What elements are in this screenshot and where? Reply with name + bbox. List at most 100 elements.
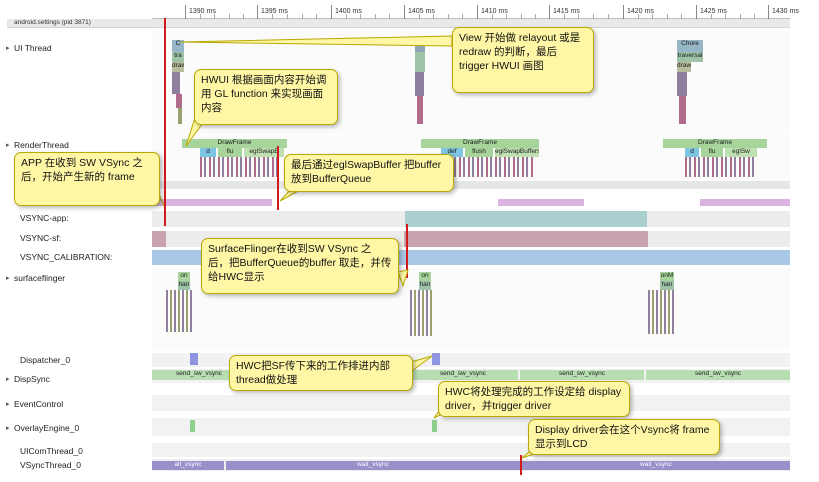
ruler-tick-label: 1410 ms bbox=[481, 8, 508, 15]
track-label-vsync-sf[interactable]: VSYNC-sf: bbox=[20, 233, 61, 243]
trace-slice[interactable] bbox=[679, 96, 686, 124]
callout-hwc-dispatch: HWC把SF传下来的工作排进内部thread做处理 bbox=[229, 355, 413, 391]
trace-slice[interactable]: ait_vsync bbox=[152, 461, 224, 470]
track-label-overlayengine[interactable]: OverlayEngine_0 bbox=[6, 423, 79, 433]
callout-hwui-gl: HWUI 根据画面内容开始调用 GL function 来实现画面内容 bbox=[194, 69, 338, 125]
track-label-dispatcher[interactable]: Dispatcher_0 bbox=[20, 355, 70, 365]
vsync-marker-line bbox=[277, 146, 279, 210]
trace-slice[interactable] bbox=[498, 199, 584, 206]
process-header[interactable]: android.settings (pid 3871) bbox=[7, 19, 790, 28]
trace-slice[interactable]: DrawFrame bbox=[421, 139, 539, 148]
trace-slice[interactable] bbox=[200, 157, 280, 177]
trace-slice[interactable] bbox=[178, 108, 182, 124]
ruler-tick: 1430 ms bbox=[768, 5, 799, 19]
ruler-tick: 1420 ms bbox=[623, 5, 654, 19]
trace-slice[interactable]: wait_vsync bbox=[226, 461, 520, 470]
trace-slice[interactable]: send_sw_vsync bbox=[646, 370, 790, 380]
trace-slice[interactable] bbox=[700, 199, 790, 206]
track-label-vsync-calibration[interactable]: VSYNC_CALIBRATION: bbox=[20, 252, 112, 262]
vsync-marker-line bbox=[520, 455, 522, 475]
callout-hwc-driver: HWC将处理完成的工作设定给 display driver，并trigger d… bbox=[438, 381, 630, 417]
ruler-tick: 1390 ms bbox=[185, 5, 216, 19]
trace-slice[interactable]: d bbox=[685, 148, 699, 157]
vsync-marker-line bbox=[164, 18, 166, 226]
callout-app-vsync: APP 在收到 SW VSync 之后，开始产生新的 frame bbox=[14, 152, 160, 206]
trace-slice[interactable] bbox=[677, 72, 687, 96]
trace-slice[interactable]: eglSw bbox=[725, 148, 757, 157]
trace-slice[interactable]: han bbox=[178, 281, 190, 290]
trace-slice[interactable] bbox=[172, 72, 180, 94]
ruler-tick: 1410 ms bbox=[477, 5, 508, 19]
trace-slice[interactable] bbox=[410, 290, 432, 336]
ruler-tick-label: 1400 ms bbox=[335, 8, 362, 15]
trace-slice[interactable]: han bbox=[419, 281, 431, 290]
trace-slice[interactable] bbox=[417, 96, 423, 124]
trace-slice[interactable]: Chore bbox=[677, 40, 703, 52]
trace-slice[interactable]: onM bbox=[660, 272, 674, 281]
ruler-tick: 1400 ms bbox=[331, 5, 362, 19]
trace-slice[interactable] bbox=[415, 52, 425, 72]
trace-slice[interactable]: on bbox=[419, 272, 431, 281]
track-label-eventcontrol[interactable]: EventControl bbox=[6, 399, 63, 409]
vsync-sf-counter[interactable] bbox=[404, 231, 648, 247]
ruler-tick: 1425 ms bbox=[696, 5, 727, 19]
trace-slice[interactable]: flush bbox=[465, 148, 493, 157]
track-label-vsync-app[interactable]: VSYNC-app: bbox=[20, 213, 69, 223]
process-title: android.settings (pid 3871) bbox=[14, 19, 91, 26]
trace-slice[interactable]: C bbox=[172, 40, 184, 52]
ruler-tick: 1405 ms bbox=[404, 5, 435, 19]
ruler-tick-label: 1395 ms bbox=[261, 8, 288, 15]
trace-slice[interactable] bbox=[152, 199, 272, 206]
track-label-uicomthread[interactable]: UIComThread_0 bbox=[20, 446, 83, 456]
trace-slice[interactable]: d bbox=[200, 148, 216, 157]
track-label-vsyncthread[interactable]: VSyncThread_0 bbox=[20, 460, 81, 470]
trace-slice[interactable] bbox=[685, 157, 755, 177]
trace-slice[interactable] bbox=[441, 157, 533, 177]
trace-viewer-panel: 1390 ms 1395 ms 1400 ms 1405 ms 1410 ms … bbox=[0, 0, 819, 482]
callout-display-driver: Display driver会在这个Vsync将 frame显示到LCD bbox=[528, 419, 720, 455]
trace-slice[interactable]: draw bbox=[172, 62, 184, 72]
track-divider bbox=[152, 181, 790, 189]
ruler-tick-label: 1420 ms bbox=[627, 8, 654, 15]
ruler-tick-label: 1405 ms bbox=[408, 8, 435, 15]
trace-slice[interactable] bbox=[648, 290, 674, 334]
vsync-sf-counter[interactable] bbox=[152, 231, 166, 247]
trace-slice[interactable]: han bbox=[660, 281, 674, 290]
vsync-app-counter[interactable] bbox=[405, 211, 647, 227]
trace-slice[interactable]: send_sw_vsync bbox=[520, 370, 644, 380]
trace-slice[interactable]: on bbox=[178, 272, 190, 281]
trace-slice[interactable] bbox=[166, 290, 192, 332]
track-label-ui-thread[interactable]: UI Thread bbox=[6, 43, 52, 53]
ruler-tick-label: 1425 ms bbox=[700, 8, 727, 15]
track-label-renderthread[interactable]: RenderThread bbox=[6, 140, 69, 150]
ruler-tick: 1395 ms bbox=[257, 5, 288, 19]
callout-eglswapbuffer: 最后通过eglSwapBuffer 把buffer放到BufferQueue bbox=[284, 154, 454, 192]
callout-surfaceflinger: SurfaceFlinger在收到SW VSync 之后，把BufferQueu… bbox=[201, 238, 399, 294]
trace-slice[interactable]: send_sw_vsync bbox=[408, 370, 518, 380]
trace-slice[interactable]: wait_vsync bbox=[522, 461, 790, 470]
callout-view-relayout: View 开始做 relayout 或是 redraw 的判断，最后 trigg… bbox=[452, 27, 594, 93]
trace-slice[interactable] bbox=[415, 40, 425, 52]
vsync-marker-line bbox=[406, 224, 408, 278]
trace-slice[interactable] bbox=[190, 353, 198, 365]
ruler-tick-label: 1430 ms bbox=[772, 8, 799, 15]
trace-slice[interactable] bbox=[432, 353, 440, 365]
trace-slice[interactable] bbox=[190, 420, 195, 432]
trace-slice[interactable]: flu bbox=[701, 148, 723, 157]
trace-slice[interactable]: tra bbox=[172, 52, 184, 62]
trace-slice[interactable] bbox=[176, 94, 182, 108]
ruler-tick-label: 1415 ms bbox=[553, 8, 580, 15]
trace-slice[interactable] bbox=[432, 420, 437, 432]
trace-slice[interactable]: eglSwapBuffers bbox=[495, 148, 539, 157]
time-ruler: 1390 ms 1395 ms 1400 ms 1405 ms 1410 ms … bbox=[152, 5, 799, 19]
track-label-surfaceflinger[interactable]: surfaceflinger bbox=[6, 273, 65, 283]
ruler-tick: 1415 ms bbox=[549, 5, 580, 19]
trace-slice[interactable]: draw bbox=[677, 62, 691, 72]
trace-slice[interactable]: traversal bbox=[677, 52, 703, 62]
trace-slice[interactable] bbox=[415, 72, 424, 96]
ruler-tick-label: 1390 ms bbox=[189, 8, 216, 15]
trace-slice[interactable]: DrawFrame bbox=[663, 139, 767, 148]
trace-slice[interactable]: DrawFrame bbox=[182, 139, 287, 148]
trace-slice[interactable]: flu bbox=[218, 148, 242, 157]
track-label-dispsync[interactable]: DispSync bbox=[6, 374, 50, 384]
